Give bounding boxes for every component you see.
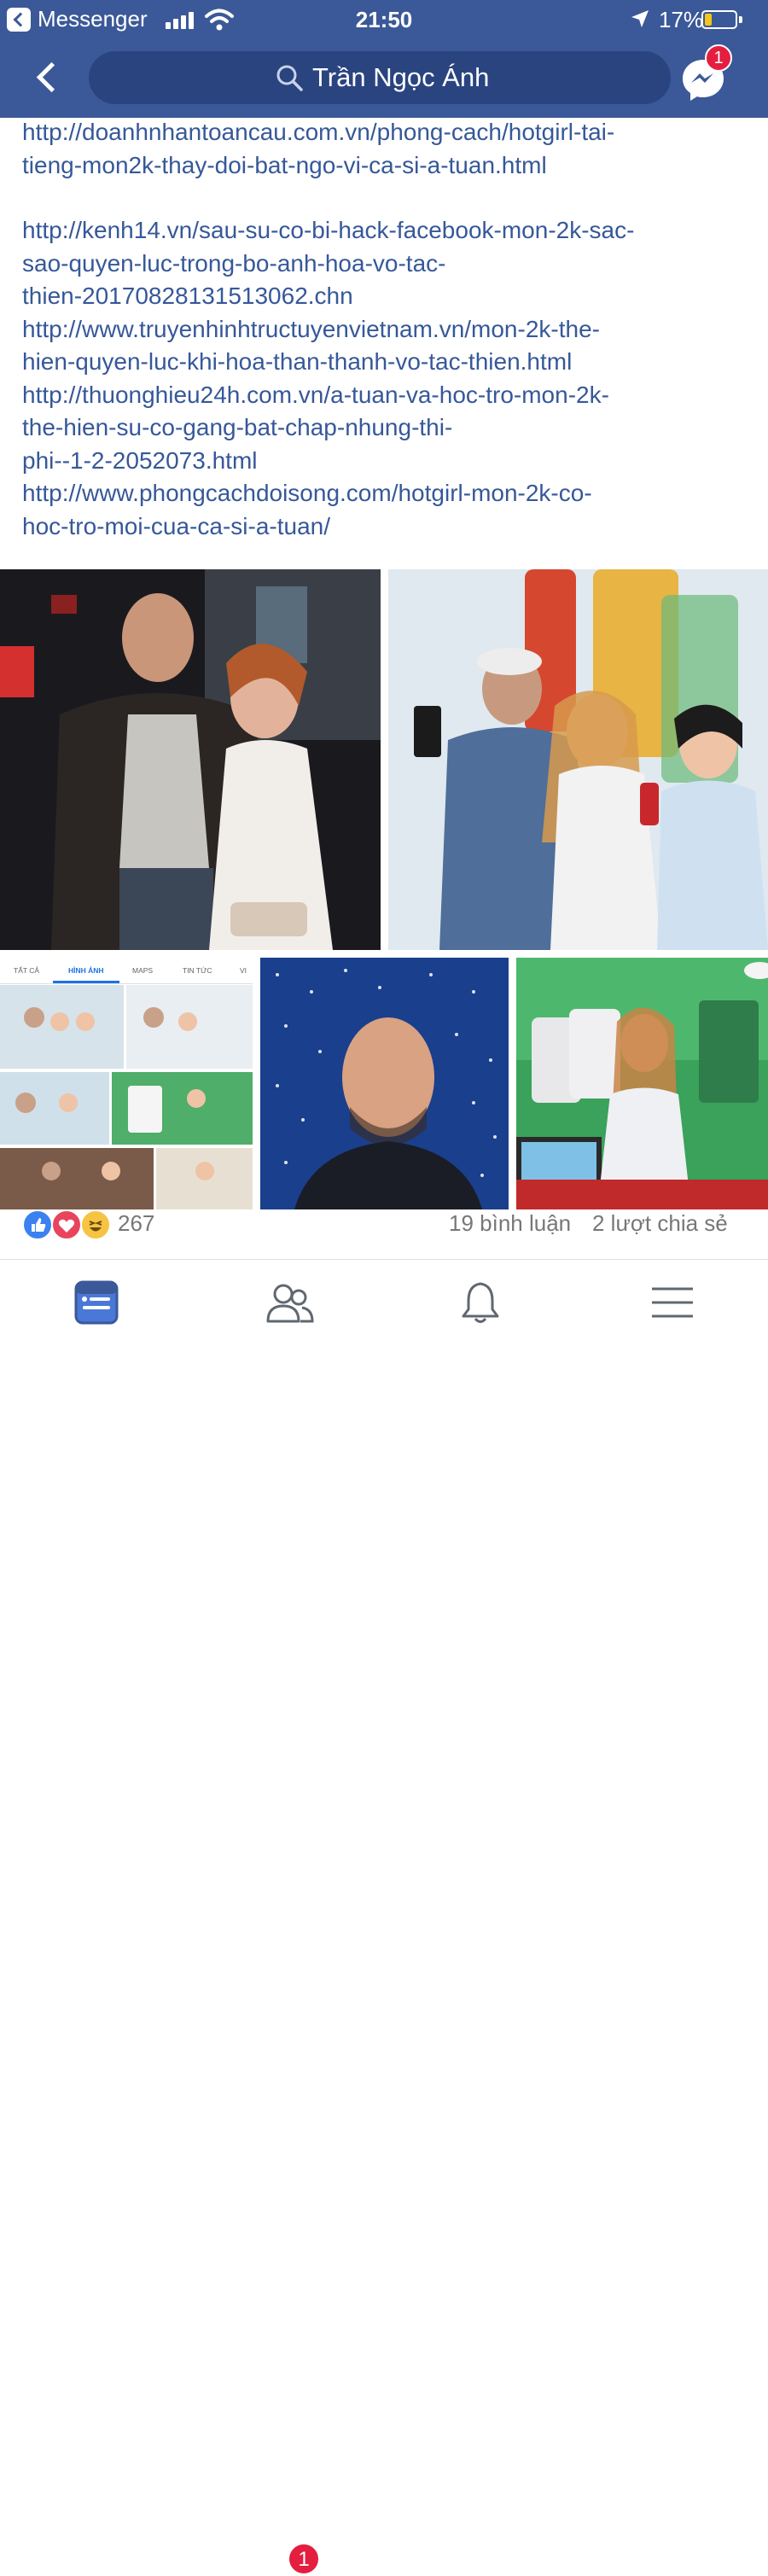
search-tab-active: HÌNH ẢNH bbox=[68, 966, 104, 975]
battery-icon bbox=[701, 10, 737, 29]
photo-4-image bbox=[260, 958, 509, 1209]
bottom-tab-bar: 1 bbox=[0, 1259, 768, 2576]
post-photo-5[interactable] bbox=[516, 958, 768, 1209]
bell-icon bbox=[462, 1282, 499, 1323]
back-button[interactable] bbox=[29, 60, 63, 94]
reaction-count[interactable]: 267 bbox=[118, 1210, 154, 1237]
search-tab: TIN TỨC bbox=[183, 966, 212, 975]
reactions-bar: 267 19 bình luận 2 lượt chia sẻ bbox=[0, 1191, 768, 1259]
link-line[interactable]: http://kenh14.vn/sau-su-co-bi-hack-faceb… bbox=[22, 214, 756, 248]
search-field[interactable]: Trần Ngọc Ánh bbox=[89, 51, 671, 104]
comments-count[interactable]: 19 bình luận bbox=[449, 1210, 571, 1237]
image-search-thumbnails bbox=[0, 985, 253, 1209]
link-line[interactable]: hien-quyen-luc-khi-hoa-than-thanh-vo-tac… bbox=[22, 346, 756, 379]
friends-icon bbox=[266, 1284, 314, 1323]
search-text: Trần Ngọc Ánh bbox=[312, 62, 490, 92]
link-line[interactable]: sao-quyen-luc-trong-bo-anh-hoa-vo-tac- bbox=[22, 248, 756, 281]
post-photo-2[interactable] bbox=[388, 569, 768, 950]
hamburger-menu-icon bbox=[652, 1287, 693, 1318]
battery-tip bbox=[739, 16, 742, 23]
app-header: Messenger 21:50 17% Trần Ngọc Ánh 1 bbox=[0, 0, 768, 118]
tab-menu[interactable] bbox=[576, 1260, 768, 1367]
news-feed-icon bbox=[74, 1280, 119, 1325]
link-line[interactable]: http://doanhnhantoancau.com.vn/phong-cac… bbox=[22, 116, 756, 149]
tab-friend-requests[interactable] bbox=[192, 1260, 384, 1367]
post-photo-1[interactable] bbox=[0, 569, 381, 950]
location-arrow-icon bbox=[631, 10, 649, 27]
tab-notifications[interactable] bbox=[384, 1260, 576, 1367]
search-tab: VI bbox=[240, 966, 247, 975]
battery-percent: 17% bbox=[659, 7, 704, 32]
like-reaction-icon[interactable] bbox=[22, 1209, 53, 1240]
photo-1-image bbox=[0, 569, 381, 950]
link-line[interactable]: tieng-mon2k-thay-doi-bat-ngo-vi-ca-si-a-… bbox=[22, 149, 756, 183]
search-icon bbox=[276, 65, 303, 91]
friends-badge: 1 bbox=[287, 2542, 321, 2576]
shares-count[interactable]: 2 lượt chia sẻ bbox=[592, 1210, 728, 1237]
post-links: http://doanhnhantoancau.com.vn/phong-cac… bbox=[22, 116, 756, 543]
link-line[interactable]: thien-20170828131513062.chn bbox=[22, 280, 756, 313]
status-time: 21:50 bbox=[355, 7, 413, 32]
status-bar: Messenger 21:50 17% bbox=[0, 0, 768, 39]
post-photo-4[interactable] bbox=[260, 958, 509, 1209]
link-line[interactable]: phi--1-2-2052073.html bbox=[22, 445, 756, 478]
link-line[interactable]: http://www.truyenhinhtructuyenvietnam.vn… bbox=[22, 313, 756, 347]
image-search-tabs: TẤT CẢ HÌNH ẢNH MAPS TIN TỨC VI bbox=[0, 958, 253, 984]
post-photo-3[interactable]: TẤT CẢ HÌNH ẢNH MAPS TIN TỨC VI bbox=[0, 958, 253, 1209]
photo-5-image bbox=[516, 958, 768, 1209]
messenger-badge: 1 bbox=[705, 44, 732, 72]
search-tab: MAPS bbox=[132, 966, 154, 975]
photo-2-image bbox=[388, 569, 768, 950]
haha-reaction-icon[interactable] bbox=[80, 1209, 111, 1240]
link-line[interactable]: http://www.phongcachdoisong.com/hotgirl-… bbox=[22, 477, 756, 510]
link-line[interactable]: hoc-tro-moi-cua-ca-si-a-tuan/ bbox=[22, 510, 756, 544]
search-tab: TẤT CẢ bbox=[14, 966, 40, 975]
link-line[interactable]: http://thuonghieu24h.com.vn/a-tuan-va-ho… bbox=[22, 379, 756, 412]
link-line[interactable]: the-hien-su-co-gang-bat-chap-nhung-thi- bbox=[22, 411, 756, 445]
love-reaction-icon[interactable] bbox=[51, 1209, 82, 1240]
tab-news-feed[interactable] bbox=[0, 1260, 192, 1367]
